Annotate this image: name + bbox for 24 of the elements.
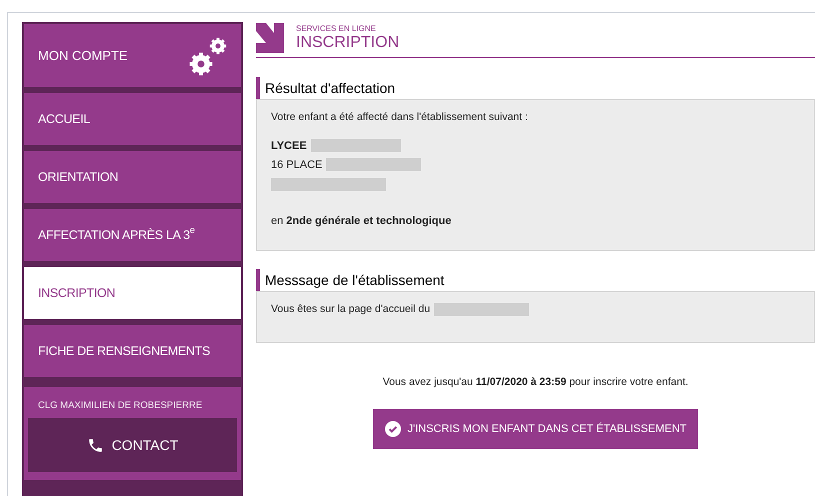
account-label[interactable]: MON COMPTE xyxy=(38,46,128,66)
address-line: 16 PLACE xyxy=(271,158,322,170)
school-name: CLG MAXIMILIEN DE ROBESPIERRE xyxy=(37,399,204,413)
body-text: en 2nde générale et technologique xyxy=(271,215,452,228)
check-circle-icon xyxy=(384,420,400,437)
nav-item[interactable]: ORIENTATION xyxy=(24,151,241,203)
body-text: Votre enfant a été affecté dans l'établissement suivant : xyxy=(271,111,528,123)
nav-item[interactable]: FICHE DE RENSEIGNEMENTS xyxy=(24,325,241,377)
section-title: Résultat d'affectation xyxy=(264,79,396,98)
accent-bar xyxy=(256,77,260,99)
phone-icon xyxy=(86,436,104,454)
section-title: Messsage de l'établissement xyxy=(264,271,444,290)
deadline-text: Vous avez jusqu'au 11/07/2020 à 23:59 pour inscrire votre enfant. xyxy=(382,376,688,388)
nav-item[interactable]: ACCUEIL xyxy=(24,93,241,145)
nav-item[interactable]: INSCRIPTION xyxy=(24,267,241,319)
nav-item[interactable]: AFFECTATION APRÈS LA 3$^{e}$ xyxy=(24,209,241,261)
arrow-icon xyxy=(256,23,284,53)
contact-button[interactable]: CONTACT xyxy=(28,418,237,472)
body-text: Vous êtes sur la page d'accueil du xyxy=(271,303,430,315)
enroll-button[interactable]: J'INSCRIS MON ENFANT DANS CET ÉTABLISSEMENT xyxy=(372,408,698,449)
address-line: LYCEE xyxy=(271,140,307,152)
page-title: INSCRIPTION xyxy=(296,35,400,51)
accent-bar xyxy=(256,269,260,291)
header-kicker: SERVICES EN LIGNE xyxy=(296,25,377,33)
